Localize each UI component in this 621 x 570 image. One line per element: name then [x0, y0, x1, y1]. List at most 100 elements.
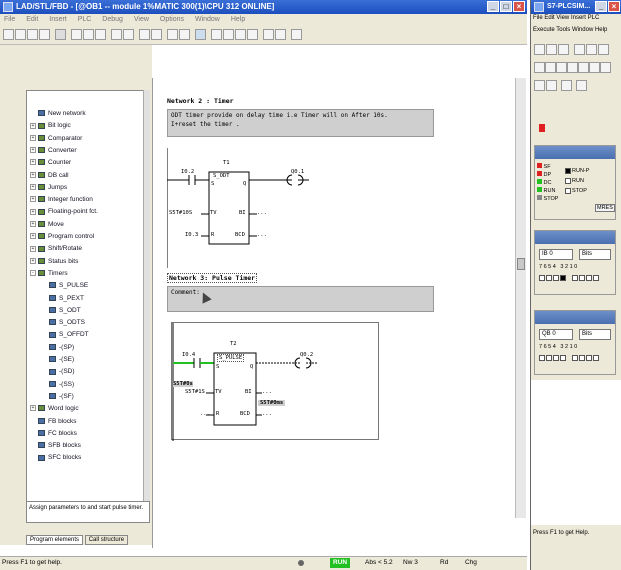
expand-icon[interactable]: +	[30, 171, 36, 178]
tree-item[interactable]: + Bit logic	[30, 121, 71, 130]
output-bit-3[interactable]	[572, 354, 579, 361]
plcsim-minimize-button[interactable]: _	[595, 1, 607, 12]
output-byte-format[interactable]: Bits	[579, 329, 611, 340]
plcsim-menu-execute[interactable]: Execute	[533, 27, 555, 33]
online-icon[interactable]	[139, 29, 150, 40]
plcsim-gen-icon[interactable]	[589, 62, 600, 73]
plcsim-vert-icon[interactable]	[600, 62, 611, 73]
cut-icon[interactable]	[71, 29, 82, 40]
editor-scrollbar[interactable]	[515, 78, 526, 518]
save-icon[interactable]	[27, 29, 38, 40]
input-bit-7[interactable]	[539, 274, 545, 281]
tree-item[interactable]: FC blocks	[30, 429, 77, 438]
tree-item[interactable]: S_ODT	[41, 306, 81, 315]
plcsim-mb-icon[interactable]	[556, 62, 567, 73]
plcsim-close-button[interactable]: ×	[608, 1, 620, 12]
plcsim-cut-icon[interactable]	[574, 44, 585, 55]
plcsim-save-icon[interactable]	[558, 44, 569, 55]
plcsim-open-icon[interactable]	[546, 44, 557, 55]
minimize-button[interactable]: _	[487, 1, 499, 12]
maximize-button[interactable]: □	[500, 1, 512, 12]
output-bit-1[interactable]	[586, 354, 593, 361]
tree-item[interactable]: + Shift/Rotate	[30, 244, 82, 253]
new-icon[interactable]	[3, 29, 14, 40]
open-icon[interactable]	[15, 29, 26, 40]
paste-icon[interactable]	[95, 29, 106, 40]
plcsim-new-icon[interactable]	[534, 44, 545, 55]
expand-icon[interactable]: +	[30, 233, 36, 240]
copy-icon[interactable]	[83, 29, 94, 40]
menu-insert[interactable]: Insert	[49, 16, 67, 23]
tab-call-structure[interactable]: Call structure	[84, 535, 129, 545]
tree-scrollbar[interactable]	[143, 90, 150, 502]
tree-item[interactable]: FB blocks	[30, 417, 77, 426]
mres-button[interactable]: MRES	[595, 204, 615, 212]
expand-icon[interactable]: +	[30, 122, 36, 129]
tree-item[interactable]: + Converter	[30, 146, 77, 155]
tree-item[interactable]: + Jumps	[30, 183, 67, 192]
plcsim-qb-icon[interactable]	[545, 62, 556, 73]
tree-item[interactable]: + Status bits	[30, 257, 78, 266]
expand-icon[interactable]: +	[30, 196, 36, 203]
undo-icon[interactable]	[111, 29, 122, 40]
tree-item[interactable]: SFB blocks	[30, 441, 81, 450]
input-bit-0[interactable]	[593, 274, 600, 281]
tree-item[interactable]: + Word logic	[30, 404, 79, 413]
expand-icon[interactable]: +	[30, 208, 36, 215]
tree-item[interactable]: -(SP)	[41, 343, 74, 352]
tree-view[interactable]: New network + Bit logic + Comparator + Convert…	[26, 90, 150, 502]
expand-icon[interactable]: +	[30, 405, 36, 412]
tree-item[interactable]: New network	[30, 109, 86, 118]
redo-icon[interactable]	[123, 29, 134, 40]
overview-icon[interactable]	[179, 29, 190, 40]
plcsim-menu-plc[interactable]: PLC	[588, 15, 600, 21]
tree-item[interactable]: S_ODTS	[41, 318, 85, 327]
expand-icon[interactable]: +	[30, 159, 36, 166]
plcsim-single-icon[interactable]	[576, 80, 587, 91]
expand-icon[interactable]: +	[30, 134, 36, 141]
plcsim-acc-icon[interactable]	[546, 80, 557, 91]
menu-view[interactable]: View	[134, 16, 149, 23]
input-bit-4[interactable]	[560, 274, 566, 281]
expand-icon[interactable]: +	[30, 147, 36, 154]
tree-item[interactable]: -(SE)	[41, 355, 74, 364]
input-bit-2[interactable]	[579, 274, 586, 281]
input-bit-6[interactable]	[546, 274, 552, 281]
tree-item[interactable]: + Comparator	[30, 134, 82, 143]
plcsim-menu-insert[interactable]: Insert	[571, 15, 586, 21]
menu-edit[interactable]: Edit	[26, 16, 38, 23]
tree-item[interactable]: + Move	[30, 220, 64, 229]
expand-icon[interactable]: +	[30, 184, 36, 191]
output-bit-0[interactable]	[593, 354, 600, 361]
menu-plc[interactable]: PLC	[78, 16, 92, 23]
network-view-icon[interactable]	[195, 29, 206, 40]
plcsim-stack-icon[interactable]	[534, 80, 545, 91]
contact-no-icon[interactable]	[211, 29, 222, 40]
box-icon[interactable]	[247, 29, 258, 40]
menu-help[interactable]: Help	[231, 16, 245, 23]
plcsim-cycle-icon[interactable]	[561, 80, 572, 91]
expand-icon[interactable]: +	[30, 245, 36, 252]
output-bit-2[interactable]	[579, 354, 586, 361]
tree-item[interactable]: S_PEXT	[41, 294, 84, 303]
plcsim-paste-icon[interactable]	[598, 44, 609, 55]
menu-file[interactable]: File	[4, 16, 15, 23]
tree-item[interactable]: -(SF)	[41, 392, 74, 401]
tree-item[interactable]: + DB call	[30, 171, 69, 180]
plcsim-menu-tools[interactable]: Tools	[556, 27, 570, 33]
expand-icon[interactable]: +	[30, 220, 36, 227]
menu-options[interactable]: Options	[160, 16, 184, 23]
input-bit-5[interactable]	[553, 274, 559, 281]
collapse-icon[interactable]: -	[30, 270, 36, 277]
branch-close-icon[interactable]	[275, 29, 286, 40]
tree-item[interactable]: + Program control	[30, 232, 94, 241]
download-icon[interactable]	[39, 29, 50, 40]
tree-item[interactable]: -(SD)	[41, 367, 75, 376]
mode-stop-checkbox[interactable]	[565, 187, 571, 194]
tree-item[interactable]: S_PULSE	[41, 281, 88, 290]
tree-item[interactable]: SFC blocks	[30, 453, 81, 462]
output-byte-address[interactable]: QB 0	[539, 329, 573, 340]
help-icon[interactable]	[291, 29, 302, 40]
plcsim-copy-icon[interactable]	[586, 44, 597, 55]
tree-item[interactable]: -(SS)	[41, 380, 74, 389]
